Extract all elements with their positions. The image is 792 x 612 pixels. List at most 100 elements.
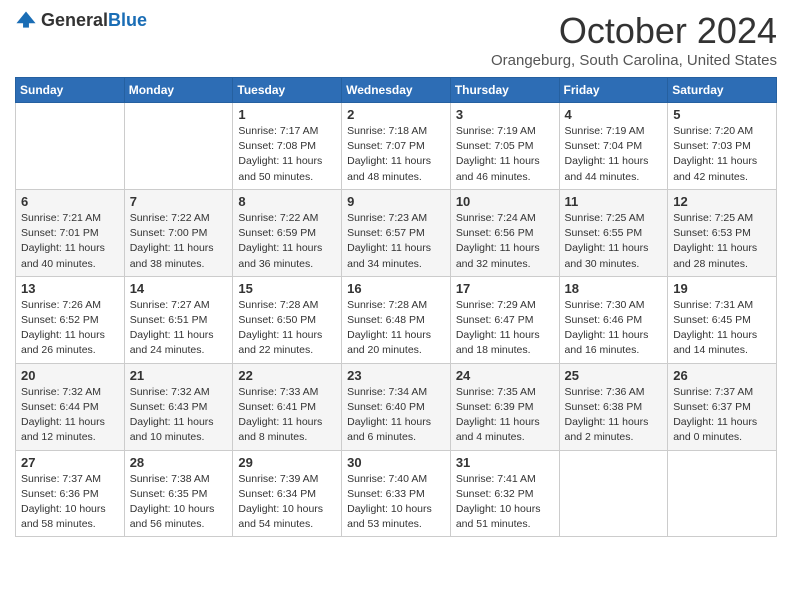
calendar-cell: 11Sunrise: 7:25 AM Sunset: 6:55 PM Dayli…: [559, 189, 668, 276]
day-number: 11: [565, 194, 663, 209]
day-detail: Sunrise: 7:21 AM Sunset: 7:01 PM Dayligh…: [21, 211, 119, 272]
day-number: 30: [347, 455, 445, 470]
day-number: 2: [347, 107, 445, 122]
calendar-cell: 18Sunrise: 7:30 AM Sunset: 6:46 PM Dayli…: [559, 276, 668, 363]
weekday-header-wednesday: Wednesday: [342, 78, 451, 103]
day-detail: Sunrise: 7:19 AM Sunset: 7:05 PM Dayligh…: [456, 124, 554, 185]
calendar-cell: 14 Sunrise: 7:27 AM Sunset: 6:51 PM Dayli…: [124, 276, 233, 363]
calendar-cell: 17 Sunrise: 7:29 AM Sunset: 6:47 PM Dayli…: [450, 276, 559, 363]
calendar-cell: 15 Sunrise: 7:28 AM Sunset: 6:50 PM Dayli…: [233, 276, 342, 363]
calendar-week-row: 6 Sunrise: 7:21 AM Sunset: 7:01 PM Daylig…: [16, 189, 777, 276]
calendar-week-row: 1 Sunrise: 7:17 AM Sunset: 7:08 PM Daylig…: [16, 103, 777, 190]
day-detail: Sunrise: 7:37 AM Sunset: 6:36 PM Dayligh…: [21, 472, 119, 533]
weekday-header-row: SundayMondayTuesdayWednesdayThursdayFrid…: [16, 78, 777, 103]
weekday-header-saturday: Saturday: [668, 78, 777, 103]
day-number: 28: [130, 455, 228, 470]
day-number: 31: [456, 455, 554, 470]
weekday-header-sunday: Sunday: [16, 78, 125, 103]
day-detail: Sunrise: 7:37 AM Sunset: 6:37 PM Dayligh…: [673, 385, 771, 446]
day-detail: Sunrise: 7:33 AM Sunset: 6:41 PM Dayligh…: [238, 385, 336, 446]
day-detail: Sunrise: 7:40 AM Sunset: 6:33 PM Dayligh…: [347, 472, 445, 533]
calendar-week-row: 13 Sunrise: 7:26 AM Sunset: 6:52 PM Dayli…: [16, 276, 777, 363]
calendar-cell: [16, 103, 125, 190]
title-area: October 2024 Orangeburg, South Carolina,…: [491, 10, 777, 69]
day-number: 7: [130, 194, 228, 209]
day-number: 25: [565, 368, 663, 383]
calendar-cell: 9 Sunrise: 7:23 AM Sunset: 6:57 PM Daylig…: [342, 189, 451, 276]
logo-text-blue: Blue: [108, 10, 147, 30]
calendar-cell: 20Sunrise: 7:32 AM Sunset: 6:44 PM Dayli…: [16, 363, 125, 450]
day-detail: Sunrise: 7:41 AM Sunset: 6:32 PM Dayligh…: [456, 472, 554, 533]
day-detail: Sunrise: 7:26 AM Sunset: 6:52 PM Dayligh…: [21, 298, 119, 359]
logo-icon: [15, 10, 37, 32]
day-number: 29: [238, 455, 336, 470]
calendar-cell: 25 Sunrise: 7:36 AM Sunset: 6:38 PM Dayli…: [559, 363, 668, 450]
weekday-header-thursday: Thursday: [450, 78, 559, 103]
day-number: 17: [456, 281, 554, 296]
calendar-cell: [668, 450, 777, 537]
day-detail: Sunrise: 7:28 AM Sunset: 6:50 PM Dayligh…: [238, 298, 336, 359]
logo: GeneralBlue: [15, 10, 147, 32]
day-number: 15: [238, 281, 336, 296]
day-number: 8: [238, 194, 336, 209]
calendar-cell: 4 Sunrise: 7:19 AM Sunset: 7:04 PM Daylig…: [559, 103, 668, 190]
calendar-cell: 7 Sunrise: 7:22 AM Sunset: 7:00 PM Daylig…: [124, 189, 233, 276]
page-header: GeneralBlue October 2024 Orangeburg, Sou…: [15, 10, 777, 69]
calendar-cell: 31 Sunrise: 7:41 AM Sunset: 6:32 PM Dayli…: [450, 450, 559, 537]
day-number: 14: [130, 281, 228, 296]
day-detail: Sunrise: 7:22 AM Sunset: 6:59 PM Dayligh…: [238, 211, 336, 272]
calendar-cell: 21 Sunrise: 7:32 AM Sunset: 6:43 PM Dayli…: [124, 363, 233, 450]
day-number: 18: [565, 281, 663, 296]
calendar-cell: 5Sunrise: 7:20 AM Sunset: 7:03 PM Daylig…: [668, 103, 777, 190]
day-number: 26: [673, 368, 771, 383]
day-number: 4: [565, 107, 663, 122]
calendar-week-row: 20Sunrise: 7:32 AM Sunset: 6:44 PM Dayli…: [16, 363, 777, 450]
calendar-cell: 24 Sunrise: 7:35 AM Sunset: 6:39 PM Dayli…: [450, 363, 559, 450]
calendar-week-row: 27 Sunrise: 7:37 AM Sunset: 6:36 PM Dayli…: [16, 450, 777, 537]
calendar-cell: 16 Sunrise: 7:28 AM Sunset: 6:48 PM Dayli…: [342, 276, 451, 363]
calendar-cell: 1 Sunrise: 7:17 AM Sunset: 7:08 PM Daylig…: [233, 103, 342, 190]
day-number: 22: [238, 368, 336, 383]
day-detail: Sunrise: 7:22 AM Sunset: 7:00 PM Dayligh…: [130, 211, 228, 272]
weekday-header-tuesday: Tuesday: [233, 78, 342, 103]
calendar-cell: 30 Sunrise: 7:40 AM Sunset: 6:33 PM Dayli…: [342, 450, 451, 537]
calendar-cell: [124, 103, 233, 190]
day-number: 16: [347, 281, 445, 296]
day-detail: Sunrise: 7:18 AM Sunset: 7:07 PM Dayligh…: [347, 124, 445, 185]
calendar-cell: 19Sunrise: 7:31 AM Sunset: 6:45 PM Dayli…: [668, 276, 777, 363]
location-title: Orangeburg, South Carolina, United State…: [491, 52, 777, 69]
weekday-header-friday: Friday: [559, 78, 668, 103]
day-detail: Sunrise: 7:31 AM Sunset: 6:45 PM Dayligh…: [673, 298, 771, 359]
calendar-cell: 23 Sunrise: 7:34 AM Sunset: 6:40 PM Dayli…: [342, 363, 451, 450]
logo-text-general: General: [41, 10, 108, 30]
day-number: 10: [456, 194, 554, 209]
day-number: 20: [21, 368, 119, 383]
day-detail: Sunrise: 7:17 AM Sunset: 7:08 PM Dayligh…: [238, 124, 336, 185]
day-number: 6: [21, 194, 119, 209]
day-number: 9: [347, 194, 445, 209]
calendar-cell: 12Sunrise: 7:25 AM Sunset: 6:53 PM Dayli…: [668, 189, 777, 276]
day-detail: Sunrise: 7:29 AM Sunset: 6:47 PM Dayligh…: [456, 298, 554, 359]
day-number: 27: [21, 455, 119, 470]
calendar-cell: 22 Sunrise: 7:33 AM Sunset: 6:41 PM Dayli…: [233, 363, 342, 450]
day-number: 1: [238, 107, 336, 122]
day-detail: Sunrise: 7:27 AM Sunset: 6:51 PM Dayligh…: [130, 298, 228, 359]
month-title: October 2024: [491, 10, 777, 52]
day-detail: Sunrise: 7:28 AM Sunset: 6:48 PM Dayligh…: [347, 298, 445, 359]
day-detail: Sunrise: 7:24 AM Sunset: 6:56 PM Dayligh…: [456, 211, 554, 272]
calendar-cell: 8 Sunrise: 7:22 AM Sunset: 6:59 PM Daylig…: [233, 189, 342, 276]
day-detail: Sunrise: 7:34 AM Sunset: 6:40 PM Dayligh…: [347, 385, 445, 446]
day-number: 23: [347, 368, 445, 383]
day-number: 13: [21, 281, 119, 296]
calendar-cell: 27 Sunrise: 7:37 AM Sunset: 6:36 PM Dayli…: [16, 450, 125, 537]
day-detail: Sunrise: 7:35 AM Sunset: 6:39 PM Dayligh…: [456, 385, 554, 446]
day-detail: Sunrise: 7:36 AM Sunset: 6:38 PM Dayligh…: [565, 385, 663, 446]
day-number: 24: [456, 368, 554, 383]
weekday-header-monday: Monday: [124, 78, 233, 103]
day-detail: Sunrise: 7:23 AM Sunset: 6:57 PM Dayligh…: [347, 211, 445, 272]
day-number: 21: [130, 368, 228, 383]
day-detail: Sunrise: 7:19 AM Sunset: 7:04 PM Dayligh…: [565, 124, 663, 185]
calendar-cell: 2 Sunrise: 7:18 AM Sunset: 7:07 PM Daylig…: [342, 103, 451, 190]
calendar-cell: 29Sunrise: 7:39 AM Sunset: 6:34 PM Dayli…: [233, 450, 342, 537]
day-detail: Sunrise: 7:32 AM Sunset: 6:43 PM Dayligh…: [130, 385, 228, 446]
